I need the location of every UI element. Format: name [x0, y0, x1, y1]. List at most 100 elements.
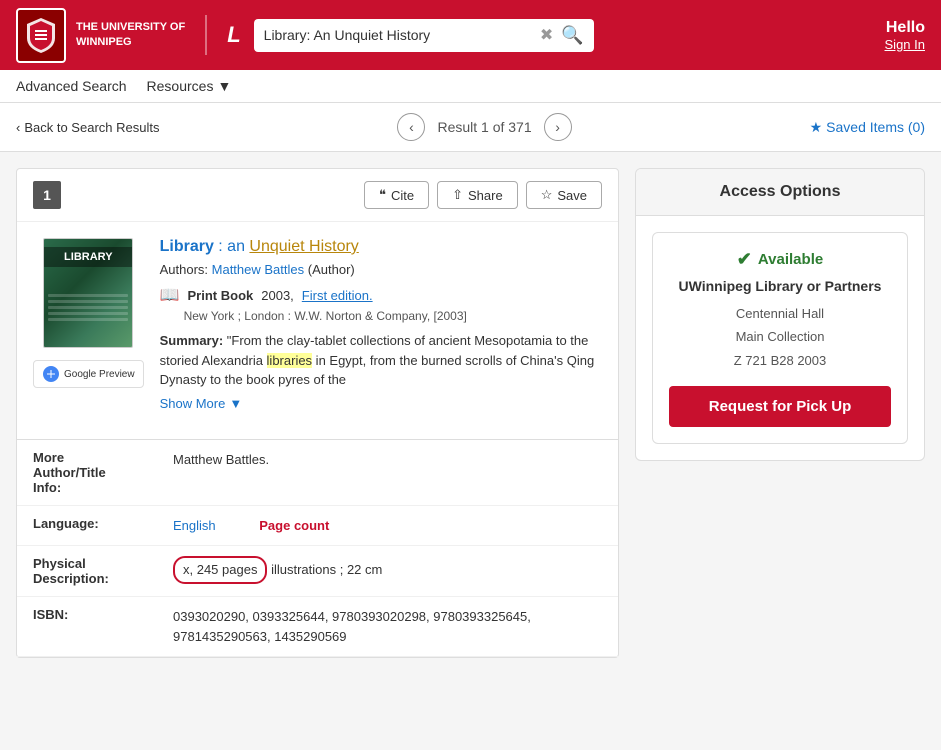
advanced-search-link[interactable]: Advanced Search	[16, 78, 127, 94]
saved-items-text: Saved Items (0)	[826, 119, 925, 135]
format-year: 2003,	[261, 288, 294, 303]
detail-row-physical: PhysicalDescription: x, 245 pages illust…	[17, 546, 618, 597]
book-shelves	[44, 261, 132, 326]
library-label: L	[227, 22, 241, 48]
prev-result-button[interactable]: ‹	[397, 113, 425, 141]
cite-button[interactable]: ❝ Cite	[364, 181, 429, 209]
location-info: Centennial Hall Main Collection Z 721 B2…	[669, 302, 891, 372]
more-author-value: Matthew Battles.	[173, 450, 269, 495]
results-bar: ‹ Back to Search Results ‹ Result 1 of 3…	[0, 103, 941, 152]
main-content: 1 ❝ Cite ⇧ Share ☆ Save LIBRAR	[0, 152, 941, 674]
results-count: Result 1 of 371	[437, 119, 531, 135]
record-authors: Authors: Matthew Battles (Author)	[160, 262, 602, 277]
resources-label: Resources	[147, 78, 214, 94]
access-panel: Access Options ✔ Available UWinnipeg Lib…	[635, 168, 925, 461]
share-label: Share	[468, 188, 503, 203]
book-icon: 📖	[160, 285, 180, 305]
record-actions: ❝ Cite ⇧ Share ☆ Save	[364, 181, 602, 209]
book-cover-title: LIBRARY	[44, 247, 132, 267]
request-pickup-button[interactable]: Request for Pick Up	[669, 386, 891, 427]
chevron-down-icon: ▼	[229, 396, 242, 411]
format-label: Print Book	[188, 288, 254, 303]
more-author-label: MoreAuthor/TitleInfo:	[33, 450, 173, 495]
user-area: Hello Sign In	[885, 19, 925, 52]
header-left: THE UNIVERSITY OF WINNIPEG L ✖ 🔍	[16, 8, 594, 63]
checkmark-icon: ✔	[737, 249, 752, 270]
show-more-label: Show More	[160, 396, 226, 411]
physical-rest: illustrations ; 22 cm	[271, 562, 382, 577]
detail-row-language: Language: English Page count	[17, 506, 618, 547]
university-name: THE UNIVERSITY OF WINNIPEG	[76, 20, 185, 51]
language-label: Language:	[33, 516, 173, 536]
back-to-results-text: Back to Search Results	[24, 120, 159, 135]
logo-divider	[205, 15, 207, 55]
title-part1: Library	[160, 238, 214, 255]
record-info: Library : an Unquiet History Authors: Ma…	[160, 238, 602, 411]
search-submit-icon[interactable]: 🔍	[561, 25, 583, 46]
call-number: Z 721 B28 2003	[669, 349, 891, 372]
record-left: LIBRARY Google Preview	[33, 238, 144, 411]
isbn-label: ISBN:	[33, 607, 173, 646]
google-preview-label: Google Preview	[64, 369, 135, 380]
show-more-button[interactable]: Show More ▼	[160, 396, 243, 411]
summary-keyword: libraries	[267, 353, 313, 368]
isbn-value: 0393020290, 0393325644, 9780393020298, 9…	[173, 607, 602, 646]
access-header: Access Options	[636, 169, 924, 216]
record-number: 1	[33, 181, 61, 209]
print-book-row: 📖 Print Book 2003, First edition.	[160, 285, 602, 305]
saved-items-link[interactable]: ★ Saved Items (0)	[810, 119, 925, 136]
physical-value: x, 245 pages illustrations ; 22 cm	[173, 556, 382, 586]
access-body: ✔ Available UWinnipeg Library or Partner…	[636, 216, 924, 460]
results-navigation: ‹ Result 1 of 371 ›	[397, 113, 571, 141]
library-name: UWinnipeg Library or Partners	[669, 278, 891, 294]
book-cover: LIBRARY	[43, 238, 133, 348]
chevron-down-icon: ▼	[217, 78, 231, 94]
available-badge: ✔ Available	[669, 249, 891, 270]
back-to-results-link[interactable]: ‹ Back to Search Results	[16, 120, 159, 135]
signin-link[interactable]: Sign In	[885, 37, 925, 52]
search-input[interactable]	[264, 27, 532, 43]
logo-area: THE UNIVERSITY OF WINNIPEG	[16, 8, 185, 63]
university-shield	[16, 8, 66, 63]
record-title[interactable]: Library : an Unquiet History	[160, 238, 602, 256]
edition-link[interactable]: First edition.	[302, 288, 373, 303]
language-value: English Page count	[173, 516, 329, 536]
star-icon: ★	[810, 119, 823, 136]
summary-label: Summary:	[160, 333, 224, 348]
availability-card: ✔ Available UWinnipeg Library or Partner…	[652, 232, 908, 444]
title-colon: : an	[214, 238, 250, 255]
summary-text: Summary: "From the clay-tablet collectio…	[160, 331, 602, 390]
location1: Centennial Hall	[669, 302, 891, 325]
share-icon: ⇧	[452, 187, 463, 203]
record-body: LIBRARY Google Preview	[17, 222, 618, 427]
navbar: Advanced Search Resources ▼	[0, 70, 941, 103]
physical-circled: x, 245 pages	[173, 556, 267, 584]
save-button[interactable]: ☆ Save	[526, 181, 602, 209]
save-label: Save	[557, 188, 587, 203]
google-preview-button[interactable]: Google Preview	[33, 360, 144, 388]
share-button[interactable]: ⇧ Share	[437, 181, 518, 209]
hello-text: Hello	[885, 19, 925, 37]
publisher-line: New York ; London : W.W. Norton & Compan…	[160, 309, 602, 323]
clear-search-icon[interactable]: ✖	[540, 25, 553, 45]
title-highlight: Unquiet History	[249, 238, 358, 255]
physical-label: PhysicalDescription:	[33, 556, 173, 586]
available-text: Available	[758, 251, 823, 268]
detail-row-author: MoreAuthor/TitleInfo: Matthew Battles.	[17, 440, 618, 506]
quote-icon: ❝	[379, 187, 386, 203]
next-result-button[interactable]: ›	[544, 113, 572, 141]
author-role: (Author)	[308, 262, 355, 277]
page-count-annotation-text: Page count	[259, 518, 329, 533]
back-arrow-icon: ‹	[16, 120, 20, 135]
language-text: English	[173, 518, 216, 533]
star-outline-icon: ☆	[541, 187, 553, 203]
search-bar: ✖ 🔍	[254, 19, 594, 52]
authors-label: Authors:	[160, 262, 208, 277]
cite-label: Cite	[391, 188, 414, 203]
resources-menu[interactable]: Resources ▼	[147, 78, 232, 94]
access-box: Access Options ✔ Available UWinnipeg Lib…	[635, 168, 925, 461]
detail-row-isbn: ISBN: 0393020290, 0393325644, 9780393020…	[17, 597, 618, 657]
author-link[interactable]: Matthew Battles	[212, 262, 305, 277]
record-header: 1 ❝ Cite ⇧ Share ☆ Save	[17, 169, 618, 222]
record-panel: 1 ❝ Cite ⇧ Share ☆ Save LIBRAR	[16, 168, 619, 658]
